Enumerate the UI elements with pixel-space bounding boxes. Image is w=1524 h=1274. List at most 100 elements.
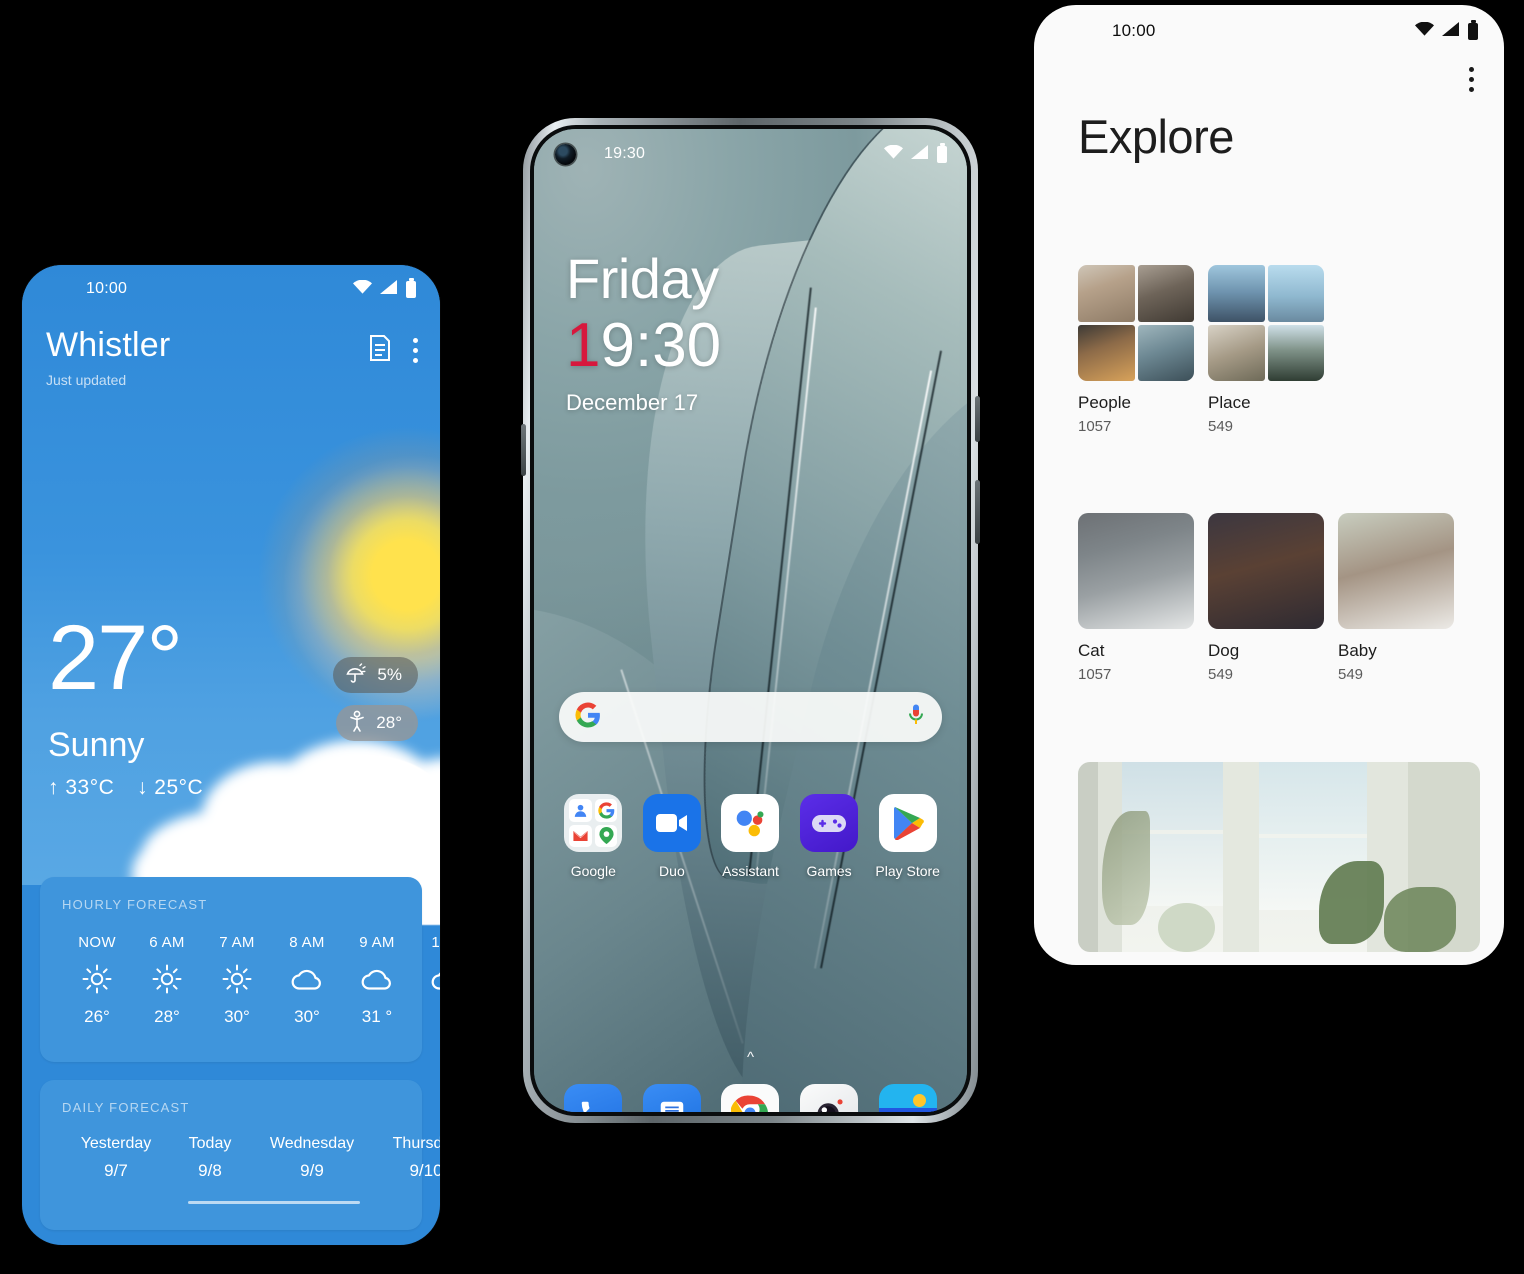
- hourly-forecast-item[interactable]: 10 A 3: [412, 934, 440, 1027]
- categories-row-1[interactable]: People 1057 Place 549: [1078, 265, 1480, 435]
- category-thumbnail-collage: [1208, 265, 1324, 381]
- clock-time-accent-digit: 1: [566, 311, 601, 380]
- category-card[interactable]: Baby 549: [1338, 513, 1454, 683]
- chrome-icon[interactable]: [721, 1084, 780, 1112]
- category-label: Dog: [1208, 641, 1240, 660]
- app-cell[interactable]: Assistant: [711, 794, 790, 879]
- chevron-up-icon[interactable]: ^: [534, 1049, 967, 1066]
- duo-icon[interactable]: [642, 794, 701, 852]
- daily-forecast-item[interactable]: Thursday 9/10: [374, 1135, 440, 1181]
- camera-icon[interactable]: [800, 1084, 859, 1112]
- clock-date: December 17: [566, 390, 699, 416]
- volume-button[interactable]: [521, 424, 526, 476]
- hourly-forecast-item[interactable]: 6 AM 28°: [132, 934, 202, 1027]
- app-row[interactable]: Google Duo Assistant Games Play Store: [554, 794, 947, 879]
- daily-day: Wednesday: [269, 1135, 355, 1152]
- person-feels-like-icon: [348, 710, 366, 737]
- hourly-forecast-row[interactable]: NOW 26° 6 AM 28° 7 AM 30° 8 AM 30° 9 AM 31 ° 10 A 3: [40, 912, 440, 1027]
- category-thumbnail: [1338, 513, 1454, 629]
- messages-icon[interactable]: [642, 1084, 701, 1112]
- hourly-temp: 3: [412, 1007, 440, 1027]
- hourly-weather-icon: [342, 957, 412, 1001]
- category-card[interactable]: Cat 1057: [1078, 513, 1194, 683]
- daily-day: Today: [188, 1135, 232, 1152]
- thumbnail-tile: [1078, 324, 1135, 381]
- app-cell[interactable]: Games: [790, 794, 869, 879]
- city-name: Whistler: [46, 326, 171, 364]
- microphone-icon[interactable]: [906, 703, 926, 732]
- sun-icon: [152, 964, 182, 994]
- phone-icon[interactable]: [564, 1084, 623, 1112]
- app-cell[interactable]: Google: [554, 794, 633, 879]
- daily-forecast-item[interactable]: Yesterday 9/7: [62, 1135, 170, 1181]
- categories-row-2[interactable]: Cat 1057 Dog 549 Baby 549: [1078, 513, 1480, 683]
- hourly-forecast-item[interactable]: 9 AM 31 °: [342, 934, 412, 1027]
- hourly-temp: 26°: [84, 1007, 110, 1026]
- photos-screen: 10:00 Explore People 1057 Place 549 Cat 1057…: [1034, 5, 1504, 965]
- home-screen: 19:30 Friday 19:30 December 17 Google Du…: [534, 129, 967, 1112]
- umbrella-rain-icon: [345, 662, 367, 688]
- hourly-time: 9 AM: [359, 934, 395, 951]
- hourly-forecast-item[interactable]: 8 AM 30°: [272, 934, 342, 1027]
- hourly-forecast-item[interactable]: 7 AM 30°: [202, 934, 272, 1027]
- category-card[interactable]: Dog 549: [1208, 513, 1324, 683]
- category-count: 1057: [1078, 418, 1112, 435]
- cellular-icon: [1442, 21, 1460, 41]
- weather-header: Whistler Just updated: [22, 326, 440, 388]
- status-time: 19:30: [604, 145, 646, 162]
- feels-like-value: 28°: [376, 713, 402, 732]
- dock[interactable]: [554, 1084, 947, 1112]
- precipitation-pill[interactable]: 5%: [333, 657, 418, 693]
- weather-pills: 5% 28°: [333, 657, 418, 741]
- daily-forecast-item[interactable]: Today 9/8: [170, 1135, 250, 1181]
- google-g-icon: [575, 702, 601, 733]
- thumbnail-tile: [1208, 324, 1265, 381]
- category-card[interactable]: People 1057: [1078, 265, 1194, 435]
- app-label: Games: [806, 863, 852, 879]
- category-count: 549: [1208, 666, 1234, 683]
- feels-like-pill[interactable]: 28°: [336, 705, 418, 741]
- featured-photo[interactable]: [1078, 762, 1480, 952]
- google-search-bar[interactable]: [559, 692, 942, 742]
- category-label: Cat: [1078, 641, 1105, 660]
- assistant-icon[interactable]: [721, 794, 780, 852]
- category-count: 1057: [1078, 666, 1112, 683]
- app-cell[interactable]: Play Store: [868, 794, 947, 879]
- thumbnail-tile: [1208, 265, 1265, 322]
- category-count: 549: [1208, 418, 1234, 435]
- home-screen-phone: 19:30 Friday 19:30 December 17 Google Du…: [521, 118, 980, 1123]
- category-card[interactable]: Place 549: [1208, 265, 1324, 435]
- current-conditions: 27° Sunny ↑ 33°C ↓ 25°C: [48, 612, 203, 800]
- hourly-time: 8 AM: [289, 934, 325, 951]
- google-folder-icon[interactable]: [564, 794, 623, 852]
- cloud-icon: [291, 969, 321, 990]
- status-time: 10:00: [1112, 21, 1156, 40]
- thumbnail-tile: [1078, 265, 1135, 322]
- hourly-forecast-card[interactable]: HOURLY FORECAST NOW 26° 6 AM 28° 7 AM 30° 8 AM…: [40, 877, 440, 1062]
- games-controller-icon[interactable]: [800, 794, 859, 852]
- overflow-menu-icon[interactable]: [413, 338, 418, 363]
- hourly-forecast-item[interactable]: NOW 26°: [62, 934, 132, 1027]
- status-time: 10:00: [86, 280, 128, 297]
- clock-day: Friday: [566, 247, 719, 310]
- gallery-icon[interactable]: [878, 1084, 937, 1112]
- hourly-temp: 28°: [154, 1007, 180, 1026]
- category-thumbnail-collage: [1078, 265, 1194, 381]
- card-list-icon[interactable]: [369, 335, 391, 366]
- daily-forecast-row[interactable]: Yesterday 9/7 Today 9/8 Wednesday 9/9 Thursday…: [40, 1115, 440, 1204]
- daily-scroll-indicator[interactable]: [188, 1201, 360, 1204]
- daily-forecast-card[interactable]: DAILY FORECAST Yesterday 9/7 Today 9/8 Wedne…: [40, 1080, 440, 1230]
- power-button[interactable]: [975, 396, 980, 442]
- overflow-menu-icon[interactable]: [1469, 67, 1474, 92]
- home-status-bar: 19:30: [534, 129, 967, 179]
- alert-slider[interactable]: [975, 480, 980, 544]
- clock-widget[interactable]: Friday 19:30 December 17: [566, 251, 721, 416]
- daily-forecast-item[interactable]: Wednesday 9/9: [250, 1135, 374, 1181]
- category-label: Baby: [1338, 641, 1377, 660]
- app-cell[interactable]: Duo: [633, 794, 712, 879]
- app-label: Duo: [659, 863, 685, 879]
- app-label: Google: [570, 863, 616, 879]
- play-store-icon[interactable]: [878, 794, 937, 852]
- daily-day: Thursday: [392, 1135, 440, 1152]
- thumbnail-tile: [1267, 324, 1324, 381]
